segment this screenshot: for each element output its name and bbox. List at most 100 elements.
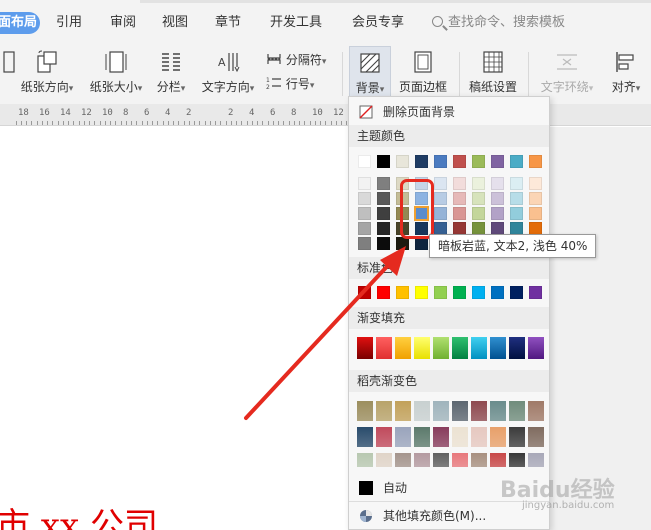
shell-gradient-swatch[interactable] xyxy=(452,401,468,421)
search-box[interactable]: 查找命令、搜索模板 xyxy=(432,12,565,34)
tab-page-layout[interactable]: 面布局 xyxy=(0,12,40,34)
theme-tint-swatch[interactable] xyxy=(377,222,390,235)
shell-gradient-swatch[interactable] xyxy=(376,427,392,447)
tab-references[interactable]: 引用 xyxy=(56,12,82,34)
shell-gradient-swatch[interactable] xyxy=(433,427,449,447)
gradient-fill-swatch[interactable] xyxy=(509,337,525,359)
theme-tint-swatch[interactable] xyxy=(529,192,542,205)
gradient-fill-swatch[interactable] xyxy=(452,337,468,359)
theme-tint-swatch[interactable] xyxy=(377,177,390,190)
tab-developer[interactable]: 开发工具 xyxy=(270,12,322,34)
shell-gradient-swatch[interactable] xyxy=(471,401,487,421)
theme-tint-swatch[interactable] xyxy=(358,177,371,190)
theme-tint-swatch[interactable] xyxy=(453,192,466,205)
background-button[interactable]: 背景▾ xyxy=(349,46,391,102)
theme-tint-swatch[interactable] xyxy=(377,237,390,250)
theme-color-swatch[interactable] xyxy=(510,155,523,168)
shell-gradient-swatch[interactable] xyxy=(357,401,373,421)
shell-gradient-swatch[interactable] xyxy=(490,401,506,421)
shell-gradient-swatch[interactable] xyxy=(452,427,468,447)
theme-tint-swatch[interactable] xyxy=(434,192,447,205)
theme-color-swatch[interactable] xyxy=(472,155,485,168)
theme-tint-swatch[interactable] xyxy=(434,207,447,220)
gradient-fill-swatch[interactable] xyxy=(433,337,449,359)
theme-color-swatch[interactable] xyxy=(434,155,447,168)
shell-gradient-swatch[interactable] xyxy=(528,427,544,447)
theme-tint-swatch[interactable] xyxy=(358,222,371,235)
shell-gradient-swatch[interactable] xyxy=(376,401,392,421)
theme-color-swatch[interactable] xyxy=(529,155,542,168)
shell-gradient-swatch[interactable] xyxy=(490,453,506,467)
gradient-fill-swatch[interactable] xyxy=(395,337,411,359)
shell-gradient-swatch[interactable] xyxy=(414,401,430,421)
theme-tint-swatch[interactable] xyxy=(358,237,371,250)
theme-tint-swatch[interactable] xyxy=(510,192,523,205)
standard-color-swatch[interactable] xyxy=(358,286,371,299)
gradient-fill-swatch[interactable] xyxy=(528,337,544,359)
theme-tint-swatch[interactable] xyxy=(472,192,485,205)
manuscript-settings-button[interactable]: 稿纸设置 xyxy=(464,46,522,102)
tab-member[interactable]: 会员专享 xyxy=(352,12,404,34)
standard-color-swatch[interactable] xyxy=(453,286,466,299)
theme-color-swatch[interactable] xyxy=(491,155,504,168)
shell-gradient-swatch[interactable] xyxy=(357,427,373,447)
paper-direction-button[interactable]: 纸张方向▾ xyxy=(12,46,82,102)
theme-tint-swatch[interactable] xyxy=(377,192,390,205)
tab-view[interactable]: 视图 xyxy=(162,12,188,34)
shell-gradient-swatch[interactable] xyxy=(509,401,525,421)
text-direction-button[interactable]: A 文字方向▾ xyxy=(194,46,262,102)
theme-color-swatch[interactable] xyxy=(377,155,390,168)
gradient-fill-swatch[interactable] xyxy=(471,337,487,359)
shell-gradient-swatch[interactable] xyxy=(414,453,430,467)
theme-color-swatch[interactable] xyxy=(396,155,409,168)
theme-tint-swatch[interactable] xyxy=(377,207,390,220)
theme-tint-swatch[interactable] xyxy=(358,207,371,220)
shell-gradient-swatch[interactable] xyxy=(528,401,544,421)
gradient-fill-swatch[interactable] xyxy=(357,337,373,359)
shell-gradient-swatch[interactable] xyxy=(509,453,525,467)
theme-tint-swatch[interactable] xyxy=(434,177,447,190)
theme-tint-swatch[interactable] xyxy=(491,192,504,205)
theme-tint-swatch[interactable] xyxy=(472,207,485,220)
shell-gradient-swatch[interactable] xyxy=(395,427,411,447)
theme-tint-swatch[interactable] xyxy=(453,177,466,190)
columns-button[interactable]: 分栏▾ xyxy=(150,46,192,102)
standard-color-swatch[interactable] xyxy=(377,286,390,299)
standard-color-swatch[interactable] xyxy=(472,286,485,299)
shell-gradient-swatch[interactable] xyxy=(414,427,430,447)
shell-gradient-swatch[interactable] xyxy=(528,453,544,467)
theme-color-swatch[interactable] xyxy=(415,155,428,168)
tab-sections[interactable]: 章节 xyxy=(215,12,241,34)
shell-gradient-swatch[interactable] xyxy=(490,427,506,447)
shell-gradient-swatch[interactable] xyxy=(433,453,449,467)
margins-button[interactable] xyxy=(0,46,15,102)
horizontal-ruler[interactable]: 18 16 14 12 10 8 6 4 2 2 4 6 8 10 12 xyxy=(0,104,651,126)
shell-gradient-swatch[interactable] xyxy=(357,453,373,467)
theme-tint-swatch[interactable] xyxy=(491,177,504,190)
gradient-fill-swatch[interactable] xyxy=(376,337,392,359)
theme-tint-swatch[interactable] xyxy=(472,177,485,190)
shell-gradient-swatch[interactable] xyxy=(376,453,392,467)
standard-color-swatch[interactable] xyxy=(415,286,428,299)
shell-gradient-swatch[interactable] xyxy=(471,427,487,447)
standard-color-swatch[interactable] xyxy=(396,286,409,299)
standard-color-swatch[interactable] xyxy=(434,286,447,299)
theme-tint-swatch[interactable] xyxy=(358,192,371,205)
theme-tint-swatch[interactable] xyxy=(529,177,542,190)
theme-tint-swatch[interactable] xyxy=(529,207,542,220)
shell-gradient-swatch[interactable] xyxy=(395,453,411,467)
shell-gradient-swatch[interactable] xyxy=(509,427,525,447)
line-number-button[interactable]: 12 行号▾ xyxy=(266,74,314,94)
shell-gradient-swatch[interactable] xyxy=(471,453,487,467)
theme-color-swatch[interactable] xyxy=(358,155,371,168)
shell-gradient-swatch[interactable] xyxy=(395,401,411,421)
separator-button[interactable]: 分隔符▾ xyxy=(266,50,326,70)
standard-color-swatch[interactable] xyxy=(510,286,523,299)
theme-tint-swatch[interactable] xyxy=(510,177,523,190)
gradient-fill-swatch[interactable] xyxy=(414,337,430,359)
page-border-button[interactable]: 页面边框 xyxy=(394,46,452,102)
theme-tint-swatch[interactable] xyxy=(453,207,466,220)
align-button[interactable]: 对齐▾ xyxy=(604,46,648,102)
theme-tint-swatch[interactable] xyxy=(510,207,523,220)
paper-size-button[interactable]: 纸张大小▾ xyxy=(84,46,148,102)
